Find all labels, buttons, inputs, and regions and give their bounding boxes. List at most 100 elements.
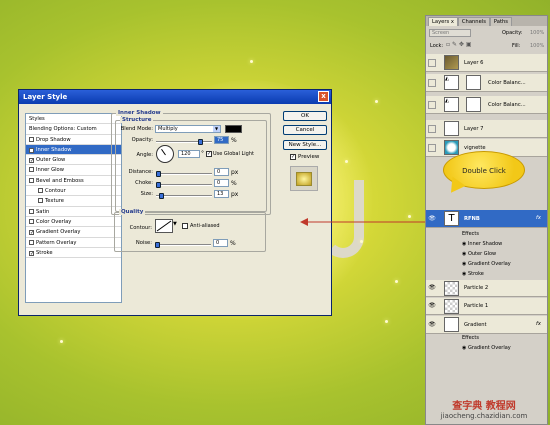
layer-row[interactable]: ◭ Color Balanc... (426, 96, 547, 114)
visibility-toggle[interactable] (428, 79, 436, 87)
style-item-checkbox[interactable]: ✓ (29, 230, 34, 236)
style-item[interactable]: ✓ Stroke (26, 248, 121, 259)
close-button[interactable]: x (318, 91, 329, 102)
visibility-toggle[interactable] (428, 125, 436, 133)
style-item[interactable]: Color Overlay (26, 217, 121, 228)
size-slider[interactable] (156, 195, 212, 197)
choke-slider-thumb[interactable] (156, 182, 161, 188)
contour-dropdown-icon[interactable]: ▼ (173, 221, 177, 227)
gradient-effect-item[interactable]: ◉ Gradient Overlay (462, 345, 511, 351)
style-item-checkbox[interactable] (29, 167, 34, 173)
particle-1-name: Particle 1 (464, 303, 489, 309)
noise-field[interactable]: 0 (213, 239, 228, 247)
preview-label: Preview (298, 154, 320, 160)
blend-mode-dropdown[interactable]: Screen (429, 29, 471, 37)
choke-slider[interactable] (156, 184, 212, 186)
particle-2-thumbnail (444, 281, 459, 296)
eye-icon[interactable]: 👁 (428, 302, 436, 310)
tab-channels[interactable]: Channels (457, 17, 490, 26)
fx-icon[interactable]: fx (536, 215, 541, 221)
cancel-button[interactable]: Cancel (283, 125, 327, 135)
noise-label: Noise: (135, 240, 152, 246)
layer-row-particle-2[interactable]: 👁 Particle 2 (426, 280, 547, 297)
blending-options-item[interactable]: Blending Options: Custom (26, 124, 121, 135)
blend-mode-select[interactable]: Multiply ▼ (155, 125, 221, 133)
shadow-color-swatch[interactable] (225, 125, 242, 133)
preview-checkbox[interactable]: ✓ (290, 154, 296, 160)
style-item-checkbox[interactable] (29, 136, 34, 142)
size-field[interactable]: 13 (214, 190, 229, 198)
contour-picker[interactable] (155, 219, 173, 233)
noise-slider-thumb[interactable] (155, 242, 160, 248)
layer-row-text-selected[interactable]: 👁 T RFNB fx (426, 210, 547, 228)
distance-slider-thumb[interactable] (156, 171, 161, 177)
style-item[interactable]: ✓ Gradient Overlay (26, 227, 121, 238)
fx-icon[interactable]: fx (536, 321, 541, 327)
quality-group: Quality Contour: ▼ Anti-aliased Noise: 0… (114, 209, 266, 252)
style-item[interactable]: Inner Glow (26, 165, 121, 176)
ok-button[interactable]: OK (283, 111, 327, 121)
opacity-slider-thumb[interactable] (198, 139, 203, 145)
tab-paths[interactable]: Paths (489, 17, 513, 26)
style-item[interactable]: ✓ Inner Shadow (26, 144, 121, 156)
effect-item[interactable]: ◉ Gradient Overlay (462, 261, 511, 267)
gradient-thumbnail (444, 317, 459, 332)
dialog-titlebar[interactable]: Layer Style x (19, 90, 331, 104)
style-item-checkbox[interactable] (29, 239, 34, 245)
style-item[interactable]: Contour (26, 186, 121, 197)
style-item-checkbox[interactable] (38, 188, 43, 194)
style-item-checkbox[interactable] (38, 198, 43, 204)
watermark-line1: 查字典 教程网 (452, 401, 516, 412)
layer-row-particle-1[interactable]: 👁 Particle 1 (426, 298, 547, 315)
sparkle (345, 160, 348, 163)
style-item-checkbox[interactable] (29, 208, 34, 214)
noise-slider[interactable] (155, 244, 211, 246)
style-item[interactable]: ✓ Outer Glow (26, 155, 121, 166)
style-item[interactable]: Drop Shadow (26, 135, 121, 145)
style-item-checkbox[interactable] (29, 218, 34, 224)
layer-row[interactable]: Layer 7 (426, 120, 547, 138)
style-item[interactable]: Pattern Overlay (26, 238, 121, 248)
layer-mask-thumbnail (466, 97, 481, 112)
distance-field[interactable]: 0 (214, 168, 229, 176)
style-item-checkbox[interactable]: ✓ (29, 158, 34, 164)
sparkle (360, 240, 363, 243)
style-item[interactable]: Bevel and Emboss (26, 176, 121, 187)
effect-item[interactable]: ◉ Inner Shadow (462, 241, 502, 247)
opacity-slider[interactable] (156, 141, 212, 143)
tab-close-icon[interactable]: x (451, 19, 454, 25)
global-light-checkbox[interactable]: ✓ (206, 151, 212, 157)
angle-dial[interactable] (156, 145, 174, 163)
style-item[interactable]: Texture (26, 196, 121, 207)
gradient-layer-name: Gradient (464, 322, 487, 328)
visibility-toggle[interactable] (428, 59, 436, 67)
layer-row[interactable]: Layer 6 (426, 54, 547, 72)
eye-icon[interactable]: 👁 (428, 284, 436, 292)
visibility-toggle[interactable] (428, 144, 436, 152)
tab-layers[interactable]: Layers x (428, 17, 458, 26)
choke-field[interactable]: 0 (214, 179, 229, 187)
opacity-value[interactable]: 100% (530, 30, 544, 36)
lock-icons[interactable]: ▫ ✎ ✥ ▣ (446, 41, 472, 48)
distance-slider[interactable] (156, 173, 212, 175)
effect-item[interactable]: ◉ Stroke (462, 271, 484, 277)
opacity-unit: % (231, 137, 237, 144)
anti-aliased-checkbox[interactable] (182, 223, 188, 229)
opacity-field[interactable]: 75 (214, 136, 229, 144)
visibility-toggle[interactable] (428, 101, 436, 109)
layer-row-gradient[interactable]: 👁 Gradient fx (426, 316, 547, 334)
effect-item[interactable]: ◉ Outer Glow (462, 251, 496, 257)
style-item-checkbox[interactable]: ✓ (29, 250, 34, 256)
fill-value[interactable]: 100% (530, 43, 544, 49)
size-slider-thumb[interactable] (159, 193, 164, 199)
styles-header[interactable]: Styles (26, 114, 121, 125)
layer-row[interactable]: ◭ Color Balanc... (426, 74, 547, 92)
new-style-button[interactable]: New Style... (283, 140, 327, 150)
style-item-checkbox[interactable] (29, 177, 34, 183)
anti-aliased-label: Anti-aliased (190, 223, 220, 229)
eye-icon[interactable]: 👁 (428, 321, 436, 329)
style-item-checkbox[interactable]: ✓ (29, 147, 34, 153)
angle-field[interactable]: 120 (178, 150, 200, 158)
eye-icon[interactable]: 👁 (428, 215, 436, 223)
style-item[interactable]: Satin (26, 207, 121, 217)
